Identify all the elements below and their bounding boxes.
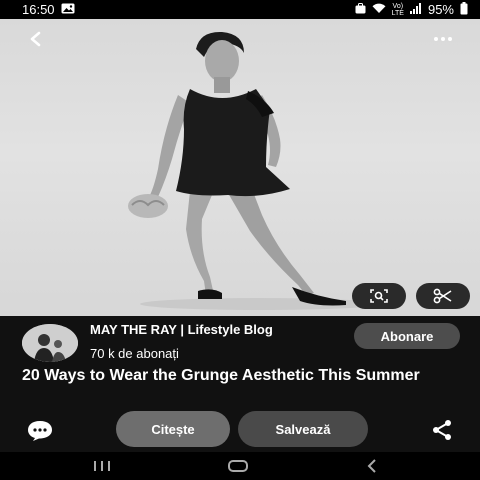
visual-search-button[interactable]: [352, 283, 406, 309]
nav-back-icon: [367, 459, 376, 473]
nav-back-button[interactable]: [352, 456, 392, 476]
battery-icon: [460, 1, 468, 18]
back-button[interactable]: [22, 25, 50, 53]
comment-icon: [28, 421, 52, 441]
cut-out-button[interactable]: [416, 283, 470, 309]
read-button[interactable]: Citește: [116, 411, 230, 447]
pin-title: 20 Ways to Wear the Grunge Aesthetic Thi…: [22, 367, 420, 384]
network-type: Vo) LTE: [392, 3, 404, 17]
battery-percent: 95%: [427, 2, 454, 17]
volte-label: Vo): [392, 2, 404, 10]
clock: 16:50: [22, 2, 55, 17]
follower-count: 70 k de abonați: [90, 346, 179, 361]
more-options-button[interactable]: [428, 27, 458, 51]
avatar-image: [22, 324, 78, 362]
home-button[interactable]: [218, 456, 258, 476]
pin-image[interactable]: [0, 19, 480, 316]
signal-icon: [409, 2, 422, 17]
creator-row: MAY THE RAY | Lifestyle Blog 70 k de abo…: [0, 316, 480, 368]
creator-name[interactable]: MAY THE RAY | Lifestyle Blog: [90, 322, 320, 337]
recent-apps-button[interactable]: [82, 456, 122, 476]
visual-search-icon: [370, 289, 388, 303]
home-icon: [228, 460, 248, 472]
gallery-notification-icon: [61, 2, 75, 17]
action-bar: Citește Salvează: [0, 408, 480, 450]
scissors-icon: [433, 288, 452, 304]
comment-button[interactable]: [26, 419, 54, 441]
system-navigation-bar: [0, 452, 480, 480]
follow-button[interactable]: Abonare: [354, 323, 460, 349]
more-dot: [448, 37, 452, 41]
briefcase-icon: [355, 2, 366, 17]
back-arrow-icon: [30, 31, 41, 47]
creator-avatar[interactable]: [22, 324, 78, 362]
pin-photo: [128, 31, 380, 310]
lte-label: LTE: [391, 9, 404, 17]
status-bar: 16:50 Vo) LTE 95%: [0, 0, 480, 19]
more-options-icon: [434, 37, 438, 41]
more-dot: [441, 37, 445, 41]
save-button[interactable]: Salvează: [238, 411, 368, 447]
share-icon: [433, 420, 451, 440]
recent-apps-icon: [94, 461, 110, 471]
share-button[interactable]: [430, 419, 454, 441]
wifi-icon: [372, 2, 386, 17]
